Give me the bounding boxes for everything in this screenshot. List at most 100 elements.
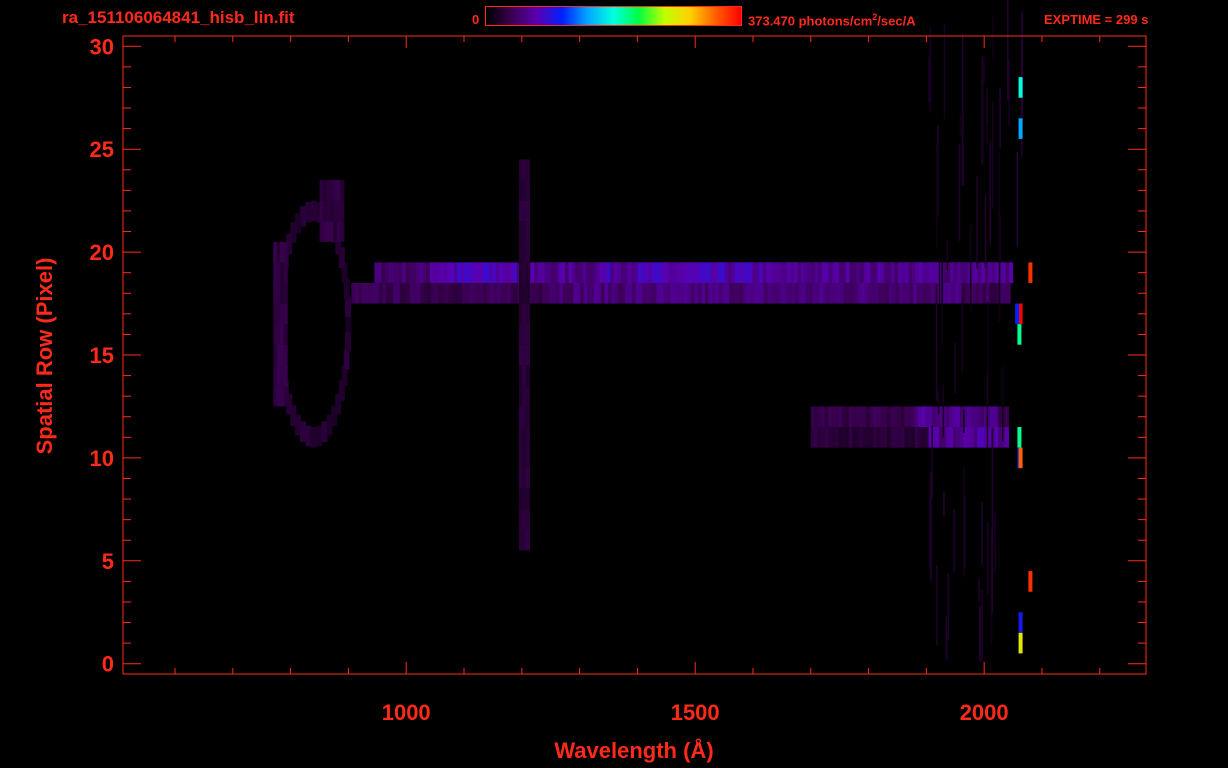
band-cell (973, 406, 978, 428)
y-axis-label: Spatial Row (Pixel) (32, 258, 57, 455)
band-cell (525, 344, 530, 366)
band-cell (915, 262, 920, 283)
band-cell (455, 282, 460, 304)
band-cell (385, 282, 391, 304)
noise-streak (936, 565, 938, 646)
band-cell (457, 262, 462, 283)
band-cell (433, 262, 438, 283)
band-cell (389, 282, 394, 304)
band-cell (525, 241, 530, 263)
noise-streak (1001, 365, 1004, 441)
band-cell (436, 262, 441, 283)
band-cell (639, 282, 644, 304)
x-tick-label: 1000 (382, 700, 431, 725)
band-cell (863, 262, 868, 283)
band-cell (939, 427, 944, 448)
noise-streak (937, 389, 940, 415)
colorbar (485, 6, 742, 26)
band-cell (518, 365, 523, 386)
band-cell (525, 282, 530, 304)
band-cell (562, 282, 567, 304)
x-tick-label: 1500 (671, 700, 720, 725)
noise-streak (992, 16, 994, 59)
band-cell (855, 427, 860, 448)
band-cell (276, 385, 281, 407)
band-cell (426, 262, 431, 283)
band-cell (443, 262, 448, 283)
ring-segment (316, 425, 323, 447)
band-cell (847, 282, 852, 304)
band-cell (856, 262, 861, 283)
band-cell (873, 262, 878, 283)
band-cell (694, 282, 699, 304)
band-cell (904, 262, 910, 283)
band-cell (603, 262, 608, 283)
edge-pixel (1018, 77, 1023, 98)
band-cell (731, 262, 736, 283)
band-cell (637, 262, 643, 283)
noise-streak (981, 502, 983, 566)
band-cell (987, 427, 992, 448)
band-cell (914, 427, 919, 448)
band-cell (833, 282, 838, 304)
band-cell (395, 262, 400, 283)
band-cell (561, 262, 566, 283)
band-cell (805, 282, 810, 304)
band-cell (828, 406, 833, 428)
band-cell (358, 282, 363, 304)
band-cell (904, 427, 909, 448)
band-cell (952, 427, 958, 448)
band-cell (952, 406, 958, 428)
band-cell (444, 282, 449, 304)
band-cell (596, 262, 601, 283)
band-cell (322, 200, 328, 222)
band-cell (481, 262, 486, 283)
noise-streak (986, 89, 988, 124)
band-cell (547, 262, 552, 283)
ring-segment (305, 425, 312, 447)
band-cell (787, 262, 792, 283)
band-cell (992, 282, 997, 304)
band-cell (767, 282, 772, 304)
band-cell (935, 427, 940, 448)
band-cell (852, 406, 857, 428)
band-cell (818, 262, 823, 283)
band-cell (873, 427, 878, 448)
band-cell (1006, 282, 1011, 304)
y-tick-label: 15 (90, 343, 114, 368)
band-cell (518, 468, 523, 489)
band-cell (746, 282, 751, 304)
band-cell (479, 282, 484, 304)
band-cell (646, 282, 651, 304)
band-cell (880, 427, 885, 448)
exposure-time: EXPTIME = 299 s (1044, 12, 1149, 27)
noise-streak (946, 634, 948, 660)
band-cell (932, 262, 937, 283)
band-cell (994, 427, 999, 448)
edge-pixel (1018, 612, 1023, 633)
band-cell (531, 282, 536, 304)
band-cell (776, 262, 781, 283)
band-cell (677, 282, 682, 304)
noise-streak (986, 373, 989, 448)
band-cell (398, 262, 403, 283)
band-cell (658, 262, 663, 283)
colorbar-min-label: 0 (472, 12, 480, 27)
band-cell (656, 282, 661, 304)
band-cell (522, 159, 527, 181)
noise-streak (978, 578, 980, 602)
band-cell (283, 324, 288, 345)
band-cell (929, 262, 934, 283)
band-cell (280, 385, 285, 407)
band-cell (871, 282, 876, 304)
noise-streak (991, 102, 994, 209)
band-cell (283, 282, 288, 304)
band-cell (283, 262, 288, 283)
band-cell (326, 180, 331, 201)
band-cell (943, 262, 948, 283)
band-cell (985, 282, 990, 304)
band-cell (329, 221, 334, 242)
band-cell (620, 262, 625, 283)
band-cell (525, 468, 530, 489)
band-cell (873, 406, 878, 428)
